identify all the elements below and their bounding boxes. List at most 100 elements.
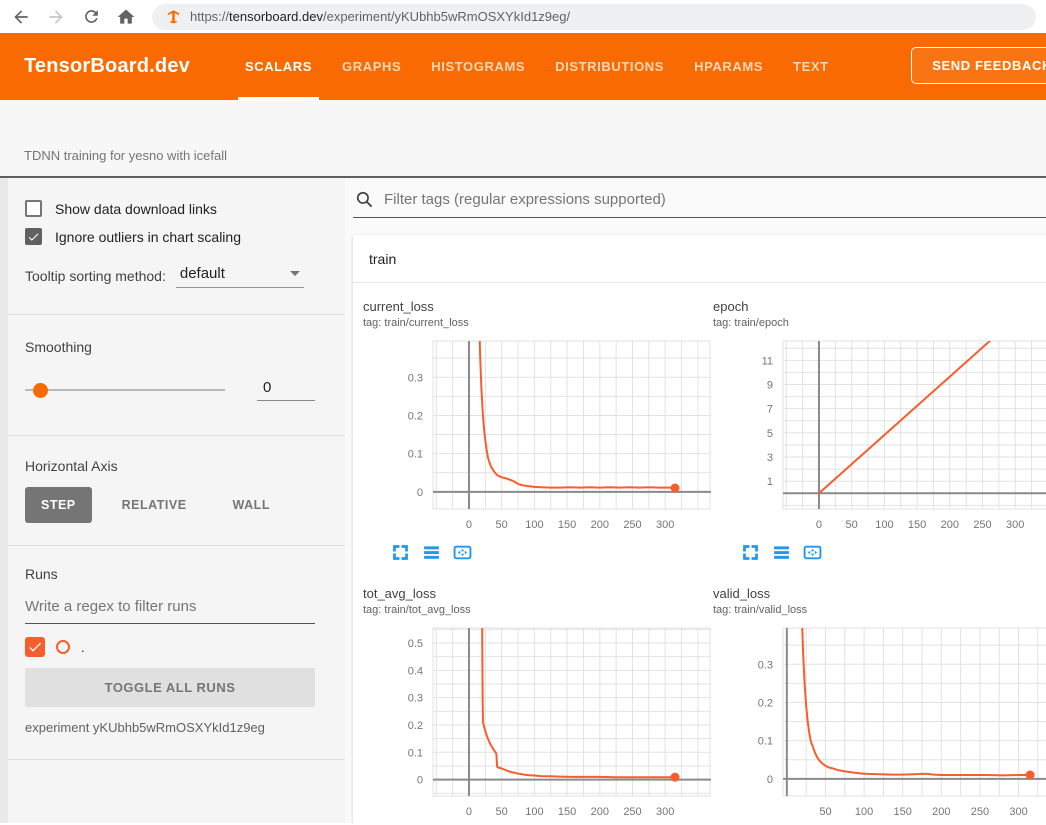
smoothing-slider-thumb[interactable] (33, 383, 48, 398)
run-checkbox[interactable] (25, 637, 45, 657)
tag-filter-row (353, 190, 1046, 218)
horizontal-axis-label: Horizontal Axis (25, 458, 315, 474)
forward-icon[interactable] (43, 4, 69, 30)
chart-title: current_loss (363, 299, 703, 314)
home-icon[interactable] (113, 4, 139, 30)
address-bar[interactable]: https://tensorboard.dev/experiment/yKUbh… (152, 4, 1036, 30)
svg-text:0.1: 0.1 (758, 736, 773, 748)
experiment-id: experiment yKUbhb5wRmOSXYkId1z9eg (25, 720, 315, 735)
svg-text:50: 50 (846, 519, 858, 531)
smoothing-value[interactable]: 0 (257, 379, 315, 401)
chart-title: tot_avg_loss (363, 586, 703, 601)
svg-text:250: 250 (971, 806, 989, 818)
tab-graphs[interactable]: GRAPHS (327, 33, 416, 100)
svg-text:100: 100 (525, 806, 543, 818)
chart-canvas-valid_loss[interactable]: 5010015020025030000.10.20.3 (713, 624, 1046, 823)
send-feedback-button[interactable]: SEND FEEDBACK (911, 47, 1046, 84)
toggle-all-runs-button[interactable]: TOGGLE ALL RUNS (25, 668, 315, 707)
divider (0, 545, 345, 546)
svg-text:0.3: 0.3 (408, 372, 423, 384)
svg-text:0.1: 0.1 (408, 747, 423, 759)
svg-text:150: 150 (908, 519, 926, 531)
svg-text:0.3: 0.3 (758, 659, 773, 671)
svg-text:0: 0 (466, 519, 472, 531)
axis-option-step[interactable]: STEP (25, 487, 92, 523)
app-header: TensorBoard.dev SCALARSGRAPHSHISTOGRAMSD… (0, 33, 1046, 100)
svg-text:100: 100 (875, 519, 893, 531)
sidebar-checkboxes: Show data download links Ignore outliers … (25, 200, 315, 245)
checkbox-row[interactable]: Ignore outliers in chart scaling (25, 228, 315, 245)
chevron-down-icon (290, 271, 300, 276)
checked-checkbox-icon[interactable] (25, 228, 42, 245)
chart-canvas-epoch[interactable]: 0501001502002503001357911 (713, 337, 1046, 539)
experiment-title: TDNN training for yesno with icefall (0, 148, 227, 176)
sidebar-scrollbar[interactable] (0, 178, 8, 823)
chart-title: valid_loss (713, 586, 1046, 601)
search-icon (355, 190, 374, 209)
svg-text:0.1: 0.1 (408, 449, 423, 461)
svg-text:250: 250 (623, 806, 641, 818)
horizontal-axis-options: STEP RELATIVE WALL (25, 487, 315, 523)
back-icon[interactable] (8, 4, 34, 30)
runs-filter-input[interactable] (25, 594, 315, 624)
svg-text:0: 0 (816, 519, 822, 531)
chart-actions (391, 543, 703, 562)
svg-text:11: 11 (762, 355, 773, 367)
horizontal-lines-icon[interactable] (422, 543, 441, 562)
chart-tag: tag: train/epoch (713, 317, 1046, 329)
tab-histograms[interactable]: HISTOGRAMS (416, 33, 540, 100)
tooltip-sorting-value: default (180, 265, 225, 282)
svg-text:300: 300 (656, 806, 674, 818)
svg-text:1: 1 (767, 476, 773, 488)
fullscreen-icon[interactable] (391, 543, 410, 562)
smoothing-label: Smoothing (25, 339, 315, 355)
svg-text:100: 100 (525, 519, 543, 531)
app-title: TensorBoard.dev (0, 55, 190, 78)
svg-text:0.5: 0.5 (408, 638, 423, 650)
chart-tag: tag: train/valid_loss (713, 604, 1046, 616)
fit-domain-icon[interactable] (803, 543, 822, 562)
tooltip-sorting-row: Tooltip sorting method: default (25, 265, 315, 288)
tensorboard-favicon (166, 9, 181, 24)
svg-text:0.2: 0.2 (408, 720, 423, 732)
svg-text:0: 0 (417, 487, 423, 499)
svg-text:0: 0 (417, 775, 423, 787)
chart-canvas-tot_avg_loss[interactable]: 05010015020025030000.10.20.30.40.5 (363, 624, 711, 823)
divider (0, 435, 345, 436)
checkbox-row[interactable]: Show data download links (25, 200, 315, 217)
tab-distributions[interactable]: DISTRIBUTIONS (540, 33, 679, 100)
tab-scalars[interactable]: SCALARS (230, 33, 327, 100)
svg-text:150: 150 (558, 806, 576, 818)
svg-text:300: 300 (656, 519, 674, 531)
run-list-item[interactable]: . (25, 637, 315, 657)
experiment-title-bar: TDNN training for yesno with icefall (0, 100, 1046, 178)
url-text: https://tensorboard.dev/experiment/yKUbh… (190, 9, 570, 24)
axis-option-relative[interactable]: RELATIVE (106, 487, 203, 523)
tooltip-sorting-label: Tooltip sorting method: (25, 268, 166, 288)
chart-card-valid_loss: valid_losstag: train/valid_loss501001502… (703, 586, 1046, 823)
unchecked-checkbox-icon[interactable] (25, 200, 42, 217)
section-header-train[interactable]: train (353, 235, 1046, 283)
fit-domain-icon[interactable] (453, 543, 472, 562)
chart-canvas-current_loss[interactable]: 05010015020025030000.10.20.3 (363, 337, 711, 539)
charts-grid: current_losstag: train/current_loss05010… (353, 283, 1046, 823)
tag-filter-input[interactable] (384, 191, 1046, 208)
svg-text:9: 9 (767, 380, 773, 392)
svg-text:100: 100 (855, 806, 873, 818)
chart-card-current_loss: current_losstag: train/current_loss05010… (353, 299, 703, 562)
fullscreen-icon[interactable] (741, 543, 760, 562)
svg-text:150: 150 (558, 519, 576, 531)
smoothing-slider[interactable] (25, 389, 225, 391)
axis-option-wall[interactable]: WALL (217, 487, 286, 523)
reload-icon[interactable] (78, 4, 104, 30)
svg-text:200: 200 (941, 519, 959, 531)
tab-hparams[interactable]: HPARAMS (679, 33, 778, 100)
tab-text[interactable]: TEXT (778, 33, 844, 100)
svg-text:200: 200 (932, 806, 950, 818)
svg-text:0.2: 0.2 (758, 697, 773, 709)
nav-tabs: SCALARSGRAPHSHISTOGRAMSDISTRIBUTIONSHPAR… (230, 33, 844, 100)
svg-text:200: 200 (591, 519, 609, 531)
horizontal-lines-icon[interactable] (772, 543, 791, 562)
svg-text:3: 3 (767, 452, 773, 464)
tooltip-sorting-dropdown[interactable]: default (176, 265, 304, 288)
